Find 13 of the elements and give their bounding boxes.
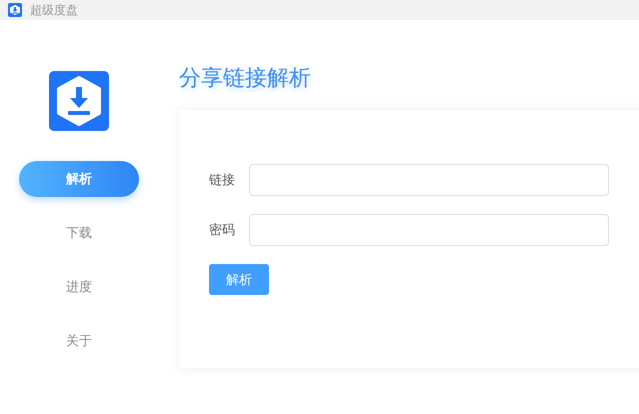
parse-button[interactable]: 解析 [209, 264, 269, 295]
nav-item[interactable]: 进度 [19, 269, 139, 305]
window-title: 超级度盘 [30, 2, 78, 18]
nav-item[interactable]: 解析 [19, 161, 139, 197]
app-logo-icon [49, 71, 109, 131]
page-title: 分享链接解析 [179, 65, 312, 93]
field-label: 密码 [209, 222, 236, 239]
input-field[interactable] [249, 214, 609, 246]
app-icon [8, 3, 22, 17]
nav-item[interactable]: 关于 [19, 323, 139, 359]
nav-item[interactable]: 下载 [19, 215, 139, 251]
field-label: 链接 [209, 172, 236, 189]
input-field[interactable] [249, 164, 609, 196]
